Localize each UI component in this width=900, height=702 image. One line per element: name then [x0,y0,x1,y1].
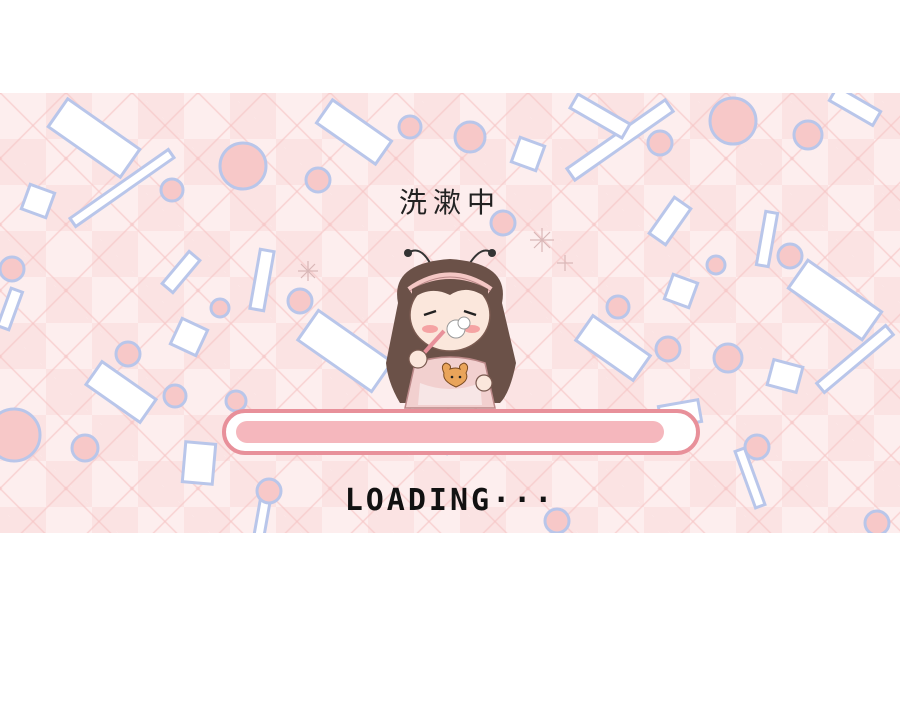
deco-rect [46,96,142,180]
deco-rect [786,258,884,342]
deco-circle [397,114,423,140]
deco-circle [792,119,824,151]
deco-circle [654,335,682,363]
deco-rect [0,286,25,332]
deco-circle [224,389,248,413]
deco-circle [286,287,314,315]
deco-circle [776,242,804,270]
deco-circle [708,96,758,146]
deco-rect [160,249,202,295]
deco-circle [0,407,42,463]
deco-rect [83,359,159,425]
sparkle-icon [298,261,318,281]
deco-circle [743,433,771,461]
deco-circle [0,255,26,283]
deco-rect [509,135,547,173]
deco-rect [827,93,883,128]
deco-rect [168,316,210,358]
deco-rect [573,313,653,383]
deco-rect [180,440,218,486]
deco-circle [453,120,487,154]
deco-circle [605,294,631,320]
deco-circle [712,342,744,374]
deco-rect [248,247,276,313]
deco-circle [646,129,674,157]
deco-rect [662,272,700,310]
deco-circle [162,383,188,409]
loading-label: LOADING··· [344,483,556,518]
deco-rect [765,357,805,395]
deco-circle [70,433,100,463]
loading-scene: 洗漱中 LOADING··· [0,93,900,533]
deco-rect [567,93,633,140]
deco-rect [314,97,394,167]
screen-title: 洗漱中 [398,186,501,219]
deco-circle [209,297,231,319]
loading-progress-fill [236,421,664,443]
loading-progress-bar [222,409,700,455]
character-icon [386,249,516,409]
sparkle-icon [557,255,573,271]
deco-circle [705,254,727,276]
deco-circle [114,340,142,368]
